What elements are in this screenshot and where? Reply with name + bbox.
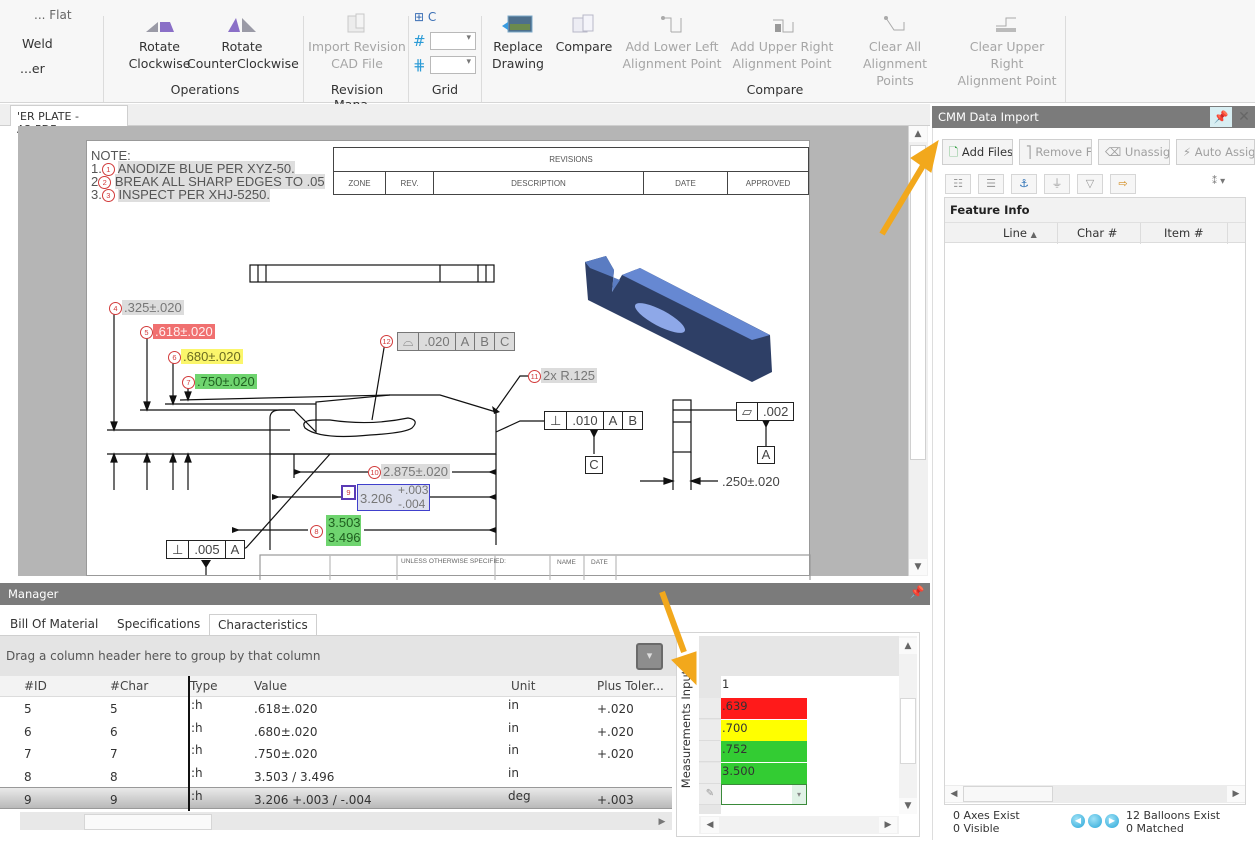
callout-arrow-measurements <box>671 651 697 686</box>
callout-arrows <box>659 139 939 686</box>
callout-arrow-add-files <box>910 139 939 173</box>
